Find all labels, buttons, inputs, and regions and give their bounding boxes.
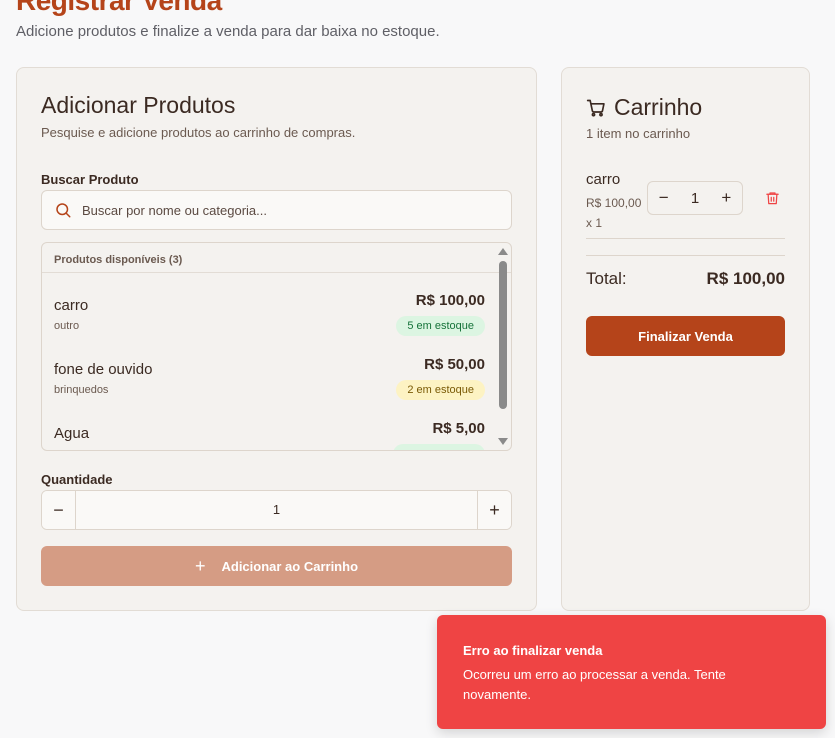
toast-title: Erro ao finalizar venda xyxy=(463,643,603,658)
search-input[interactable] xyxy=(82,202,482,218)
total-label: Total: xyxy=(586,269,627,288)
trash-icon[interactable] xyxy=(765,190,780,206)
error-toast[interactable]: Erro ao finalizar venda Ocorreu um erro … xyxy=(437,615,826,729)
add-to-cart-label: Adicionar ao Carrinho xyxy=(221,558,359,574)
cart-item-quantity: 1 xyxy=(690,189,700,207)
cart-header: Carrinho xyxy=(586,94,702,121)
product-category: brinquedos xyxy=(54,384,109,396)
product-name: Agua xyxy=(54,425,90,442)
divider xyxy=(586,255,785,256)
scroll-down-arrow-icon[interactable] xyxy=(498,438,508,445)
shopping-cart-icon xyxy=(586,99,605,117)
product-price: R$ 50,00 xyxy=(424,356,485,373)
plus-icon: + xyxy=(194,555,206,576)
quantity-increase-button[interactable]: + xyxy=(477,491,511,529)
stock-badge: 2 em estoque xyxy=(396,380,485,400)
search-label: Buscar Produto xyxy=(41,172,139,187)
product-name: carro xyxy=(54,297,89,314)
plus-icon: + xyxy=(489,499,500,520)
page-title: Registrar Venda xyxy=(16,0,222,16)
stock-badge xyxy=(393,444,485,450)
product-list: Produtos disponíveis (3) carro outro R$ … xyxy=(41,242,512,451)
finalize-sale-button[interactable]: Finalizar Venda xyxy=(586,316,785,356)
product-list-header: Produtos disponíveis (3) xyxy=(42,243,511,273)
product-category: outro xyxy=(54,320,80,332)
page-subtitle: Adicione produtos e finalize a venda par… xyxy=(16,23,440,40)
add-to-cart-button[interactable]: + Adicionar ao Carrinho xyxy=(41,546,512,586)
cart-item-name: carro xyxy=(586,171,621,188)
cart-item-quantity-stepper: − 1 + xyxy=(647,181,743,215)
scrollbar[interactable] xyxy=(495,243,511,450)
quantity-input[interactable]: 1 xyxy=(76,491,477,529)
add-products-description: Pesquise e adicione produtos ao carrinho… xyxy=(41,125,356,140)
product-price: R$ 100,00 xyxy=(415,292,485,309)
scroll-thumb[interactable] xyxy=(499,261,507,409)
minus-icon: − xyxy=(53,499,64,520)
product-item[interactable]: fone de ouvido brinquedos R$ 50,00 2 em … xyxy=(42,337,511,401)
product-item[interactable]: carro outro R$ 100,00 5 em estoque xyxy=(42,273,511,337)
cart-item-count: 1 item no carrinho xyxy=(586,126,691,141)
product-name: fone de ouvido xyxy=(54,361,153,378)
divider xyxy=(586,238,785,239)
quantity-decrease-button[interactable]: − xyxy=(42,491,76,529)
cart-decrease-button[interactable]: − xyxy=(648,188,679,208)
total-value: R$ 100,00 xyxy=(706,269,785,288)
add-products-card: Adicionar Produtos Pesquise e adicione p… xyxy=(16,67,537,611)
cart-card: Carrinho 1 item no carrinho carro R$ 100… xyxy=(561,67,810,611)
quantity-stepper: − 1 + xyxy=(41,490,512,530)
add-products-title: Adicionar Produtos xyxy=(41,92,236,118)
search-icon xyxy=(56,203,71,218)
product-item[interactable]: Agua R$ 5,00 xyxy=(42,401,511,450)
stock-badge: 5 em estoque xyxy=(396,316,485,336)
toast-message: Ocorreu um erro ao processar a venda. Te… xyxy=(463,667,726,702)
cart-title: Carrinho xyxy=(614,94,703,120)
quantity-label: Quantidade xyxy=(41,472,113,487)
cart-item-price: R$ 100,00 x 1 xyxy=(586,196,642,230)
cart-increase-button[interactable]: + xyxy=(711,188,742,208)
product-price: R$ 5,00 xyxy=(432,420,485,437)
search-field[interactable] xyxy=(41,190,512,230)
scroll-up-arrow-icon[interactable] xyxy=(498,248,508,255)
